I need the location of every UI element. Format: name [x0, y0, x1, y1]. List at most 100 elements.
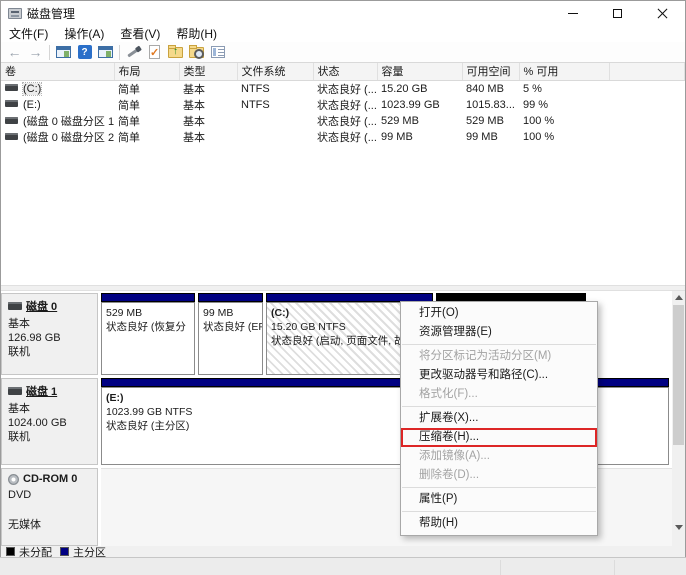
volume-name: (磁盘 0 磁盘分区 2)	[23, 132, 114, 144]
menu-bar: 文件(F) 操作(A) 查看(V) 帮助(H)	[1, 25, 685, 42]
menu-item-properties[interactable]: 属性(P)	[401, 490, 597, 509]
volume-icon	[5, 100, 18, 107]
scrollbar-thumb[interactable]	[673, 305, 684, 445]
disk1-name: 磁盘 1	[26, 383, 57, 399]
volume-name: (C:)	[23, 83, 41, 95]
title-bar: 磁盘管理	[1, 1, 685, 25]
back-icon[interactable]: ←	[5, 43, 24, 61]
col-filesystem[interactable]: 文件系统	[237, 63, 313, 80]
disk1-size: 1024.00 GB	[8, 416, 97, 430]
disk1-status: 联机	[8, 430, 97, 444]
volume-name: (E:)	[23, 99, 41, 111]
minimize-button[interactable]	[550, 1, 595, 25]
window-title: 磁盘管理	[27, 5, 75, 22]
menu-action[interactable]: 操作(A)	[56, 25, 112, 42]
menu-view[interactable]: 查看(V)	[112, 25, 168, 42]
toolbar-separator	[119, 45, 120, 60]
partition-context-menu: 打开(O) 资源管理器(E) 将分区标记为活动分区(M) 更改驱动器号和路径(C…	[400, 301, 598, 536]
menu-item-shrink-volume[interactable]: 压缩卷(H)...	[401, 428, 597, 447]
help-icon[interactable]: ?	[75, 43, 94, 61]
disk0-size: 126.98 GB	[8, 331, 97, 345]
col-status[interactable]: 状态	[313, 63, 377, 80]
screen: 磁盘管理 文件(F) 操作(A) 查看(V) 帮助(H) ← → ?	[0, 0, 686, 575]
col-pct-free[interactable]: % 可用	[519, 63, 609, 80]
menu-item-extend-volume[interactable]: 扩展卷(X)...	[401, 409, 597, 428]
cdrom-status: 无媒体	[8, 518, 97, 532]
maximize-icon	[613, 9, 622, 18]
cd-rom-icon	[8, 474, 19, 485]
partition-efi[interactable]: 99 MB 状态良好 (EF	[198, 293, 263, 375]
partition-size: 99 MB	[203, 306, 258, 320]
disk1-type: 基本	[8, 402, 97, 416]
partition-recovery[interactable]: 529 MB 状态良好 (恢复分	[101, 293, 195, 375]
menu-item-open[interactable]: 打开(O)	[401, 304, 597, 323]
disk0-type: 基本	[8, 317, 97, 331]
disk0-status: 联机	[8, 345, 97, 359]
col-blank	[609, 63, 685, 80]
properties-icon[interactable]	[208, 43, 227, 61]
maximize-button[interactable]	[595, 1, 640, 25]
disk0-header[interactable]: 磁盘 0 基本 126.98 GB 联机	[1, 293, 98, 375]
console-window-icon[interactable]	[54, 43, 73, 61]
disk0-name: 磁盘 0	[26, 298, 57, 314]
legend-bar: 未分配 主分区	[1, 546, 685, 557]
table-row[interactable]: (E:) 简单 基本 NTFS 状态良好 (... 1023.99 GB 101…	[1, 97, 685, 113]
folder-search-icon[interactable]	[187, 43, 206, 61]
col-layout[interactable]: 布局	[114, 63, 179, 80]
table-row[interactable]: (C:) 简单 基本 NTFS 状态良好 (... 15.20 GB 840 M…	[1, 80, 685, 97]
volume-list-pane: 卷 布局 类型 文件系统 状态 容量 可用空间 % 可用 (C:) 简单 基本 …	[1, 62, 685, 285]
menu-file[interactable]: 文件(F)	[1, 25, 56, 42]
partition-status: 状态良好 (恢复分	[106, 320, 190, 334]
menu-item-change-drive-letter[interactable]: 更改驱动器号和路径(C)...	[401, 366, 597, 385]
scroll-down-icon[interactable]	[672, 521, 685, 534]
volume-table: 卷 布局 类型 文件系统 状态 容量 可用空间 % 可用 (C:) 简单 基本 …	[1, 63, 685, 145]
menu-item-add-mirror: 添加镜像(A)...	[401, 447, 597, 466]
unallocated-swatch	[6, 547, 15, 556]
col-volume[interactable]: 卷	[1, 63, 114, 80]
volume-table-header: 卷 布局 类型 文件系统 状态 容量 可用空间 % 可用	[1, 63, 685, 80]
menu-item-mark-active: 将分区标记为活动分区(M)	[401, 347, 597, 366]
minimize-icon	[568, 13, 578, 14]
tool-icon[interactable]	[124, 43, 143, 61]
menu-item-delete-volume: 删除卷(D)...	[401, 466, 597, 485]
partition-size: 529 MB	[106, 306, 190, 320]
table-row[interactable]: (磁盘 0 磁盘分区 2) 简单 基本 状态良好 (... 99 MB 99 M…	[1, 129, 685, 145]
cdrom-name: CD-ROM 0	[23, 473, 77, 485]
vertical-scrollbar[interactable]	[672, 291, 685, 546]
col-capacity[interactable]: 容量	[377, 63, 462, 80]
action-pane-icon[interactable]	[96, 43, 115, 61]
volume-icon	[5, 84, 18, 91]
disk-icon	[8, 387, 22, 395]
menu-separator	[402, 406, 596, 407]
volume-icon	[5, 133, 18, 140]
volume-icon	[5, 117, 18, 124]
disk1-header[interactable]: 磁盘 1 基本 1024.00 GB 联机	[1, 378, 98, 465]
close-button[interactable]	[640, 1, 685, 25]
menu-separator	[402, 344, 596, 345]
partition-bar	[198, 293, 263, 302]
volume-name: (磁盘 0 磁盘分区 1)	[23, 116, 114, 128]
scroll-up-icon[interactable]	[672, 291, 685, 304]
col-free[interactable]: 可用空间	[462, 63, 519, 80]
desktop-strip	[0, 557, 686, 575]
disk-management-app-icon	[8, 8, 22, 19]
col-type[interactable]: 类型	[179, 63, 237, 80]
table-row[interactable]: (磁盘 0 磁盘分区 1) 简单 基本 状态良好 (... 529 MB 529…	[1, 113, 685, 129]
menu-separator	[402, 487, 596, 488]
partition-status: 状态良好 (EF	[203, 320, 258, 334]
toolbar-separator	[49, 45, 50, 60]
disk-icon	[8, 302, 22, 310]
cdrom-header[interactable]: CD-ROM 0 DVD 无媒体	[1, 468, 98, 546]
menu-item-explorer[interactable]: 资源管理器(E)	[401, 323, 597, 342]
primary-partition-swatch	[60, 547, 69, 556]
menu-help[interactable]: 帮助(H)	[168, 25, 225, 42]
cdrom-type: DVD	[8, 488, 97, 502]
toolbar: ← → ?	[1, 42, 685, 62]
menu-item-help[interactable]: 帮助(H)	[401, 514, 597, 533]
folder-up-icon[interactable]	[166, 43, 185, 61]
partition-bar	[101, 293, 195, 302]
forward-icon[interactable]: →	[26, 43, 45, 61]
menu-separator	[402, 511, 596, 512]
check-document-icon[interactable]	[145, 43, 164, 61]
menu-item-format: 格式化(F)...	[401, 385, 597, 404]
